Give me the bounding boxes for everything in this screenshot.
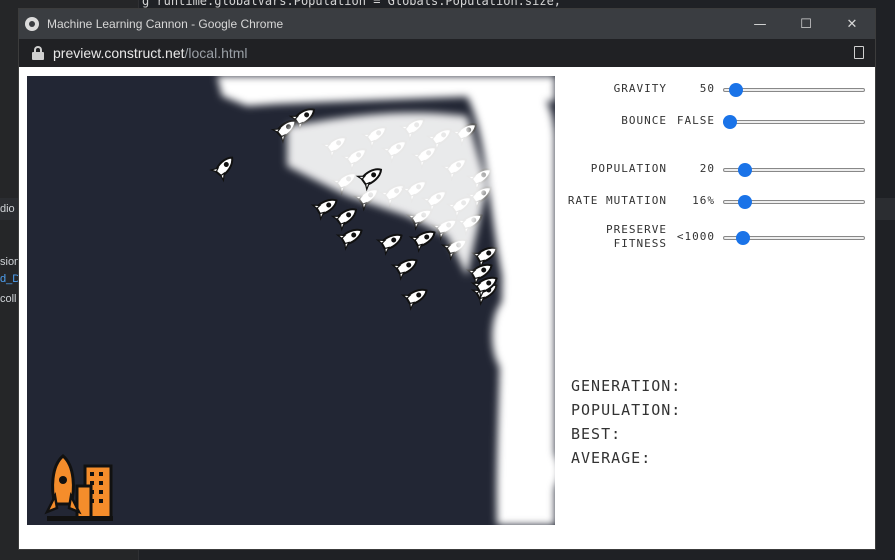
- average-stat: AVERAGE:: [571, 449, 652, 467]
- smoke-trail: [217, 76, 555, 525]
- minimize-button[interactable]: —: [737, 9, 783, 39]
- game-scene: [44, 76, 555, 525]
- game-canvas[interactable]: [27, 76, 555, 525]
- preserve-value: <1000: [676, 230, 715, 243]
- controls-panel: GRAVITY 50 BOUNCE FALSE POPULATION 20 RA…: [555, 67, 875, 549]
- preserve-slider-thumb[interactable]: [735, 231, 750, 245]
- page-content: GRAVITY 50 BOUNCE FALSE POPULATION 20 RA…: [19, 67, 875, 549]
- browser-window: Machine Learning Cannon - Google Chrome …: [19, 9, 875, 549]
- mutation-value: 16%: [692, 194, 715, 207]
- population-value: 20: [699, 162, 715, 175]
- window-controls: — ☐ ✕: [737, 9, 875, 39]
- gravity-label: GRAVITY: [613, 82, 667, 95]
- editor-side-text: coll: [0, 293, 17, 305]
- editor-side-text: d_D: [0, 273, 21, 285]
- editor-side-text: sion: [0, 256, 21, 268]
- page-action-icon[interactable]: [854, 46, 864, 59]
- rocket-city-logo-icon: [44, 454, 113, 521]
- mutation-label: RATE MUTATION: [567, 194, 667, 207]
- app-icon: [25, 17, 39, 31]
- maximize-button[interactable]: ☐: [783, 9, 829, 39]
- preserve-label-line2: FITNESS: [613, 237, 667, 250]
- population-label: POPULATION: [590, 162, 667, 175]
- bounce-slider-thumb[interactable]: [723, 115, 737, 129]
- gravity-value: 50: [699, 82, 715, 95]
- bounce-label: BOUNCE: [621, 114, 667, 127]
- bounce-value: FALSE: [676, 114, 715, 127]
- population-slider[interactable]: [723, 163, 865, 177]
- window-titlebar[interactable]: Machine Learning Cannon - Google Chrome …: [19, 9, 875, 39]
- close-button[interactable]: ✕: [829, 9, 875, 39]
- preserve-label-line1: PRESERVE: [606, 223, 667, 236]
- url-host[interactable]: preview.construct.net: [53, 45, 185, 61]
- lock-icon[interactable]: [32, 46, 44, 60]
- url-path[interactable]: /local.html: [185, 45, 248, 61]
- mutation-slider-thumb[interactable]: [738, 195, 753, 209]
- population-stat: POPULATION:: [571, 401, 682, 419]
- mutation-slider[interactable]: [723, 195, 865, 209]
- generation-stat: GENERATION:: [571, 377, 682, 395]
- gravity-slider[interactable]: [723, 83, 865, 97]
- best-stat: BEST:: [571, 425, 622, 443]
- preserve-slider[interactable]: [723, 231, 865, 245]
- editor-code-line: g runtime.globalVars.Population = Global…: [142, 0, 562, 8]
- address-bar[interactable]: preview.construct.net/local.html: [19, 39, 875, 67]
- window-title: Machine Learning Cannon - Google Chrome: [47, 17, 284, 31]
- population-slider-thumb[interactable]: [738, 163, 753, 177]
- bounce-slider[interactable]: [723, 115, 865, 129]
- gravity-slider-thumb[interactable]: [729, 83, 744, 97]
- editor-side-text: dio: [0, 203, 15, 215]
